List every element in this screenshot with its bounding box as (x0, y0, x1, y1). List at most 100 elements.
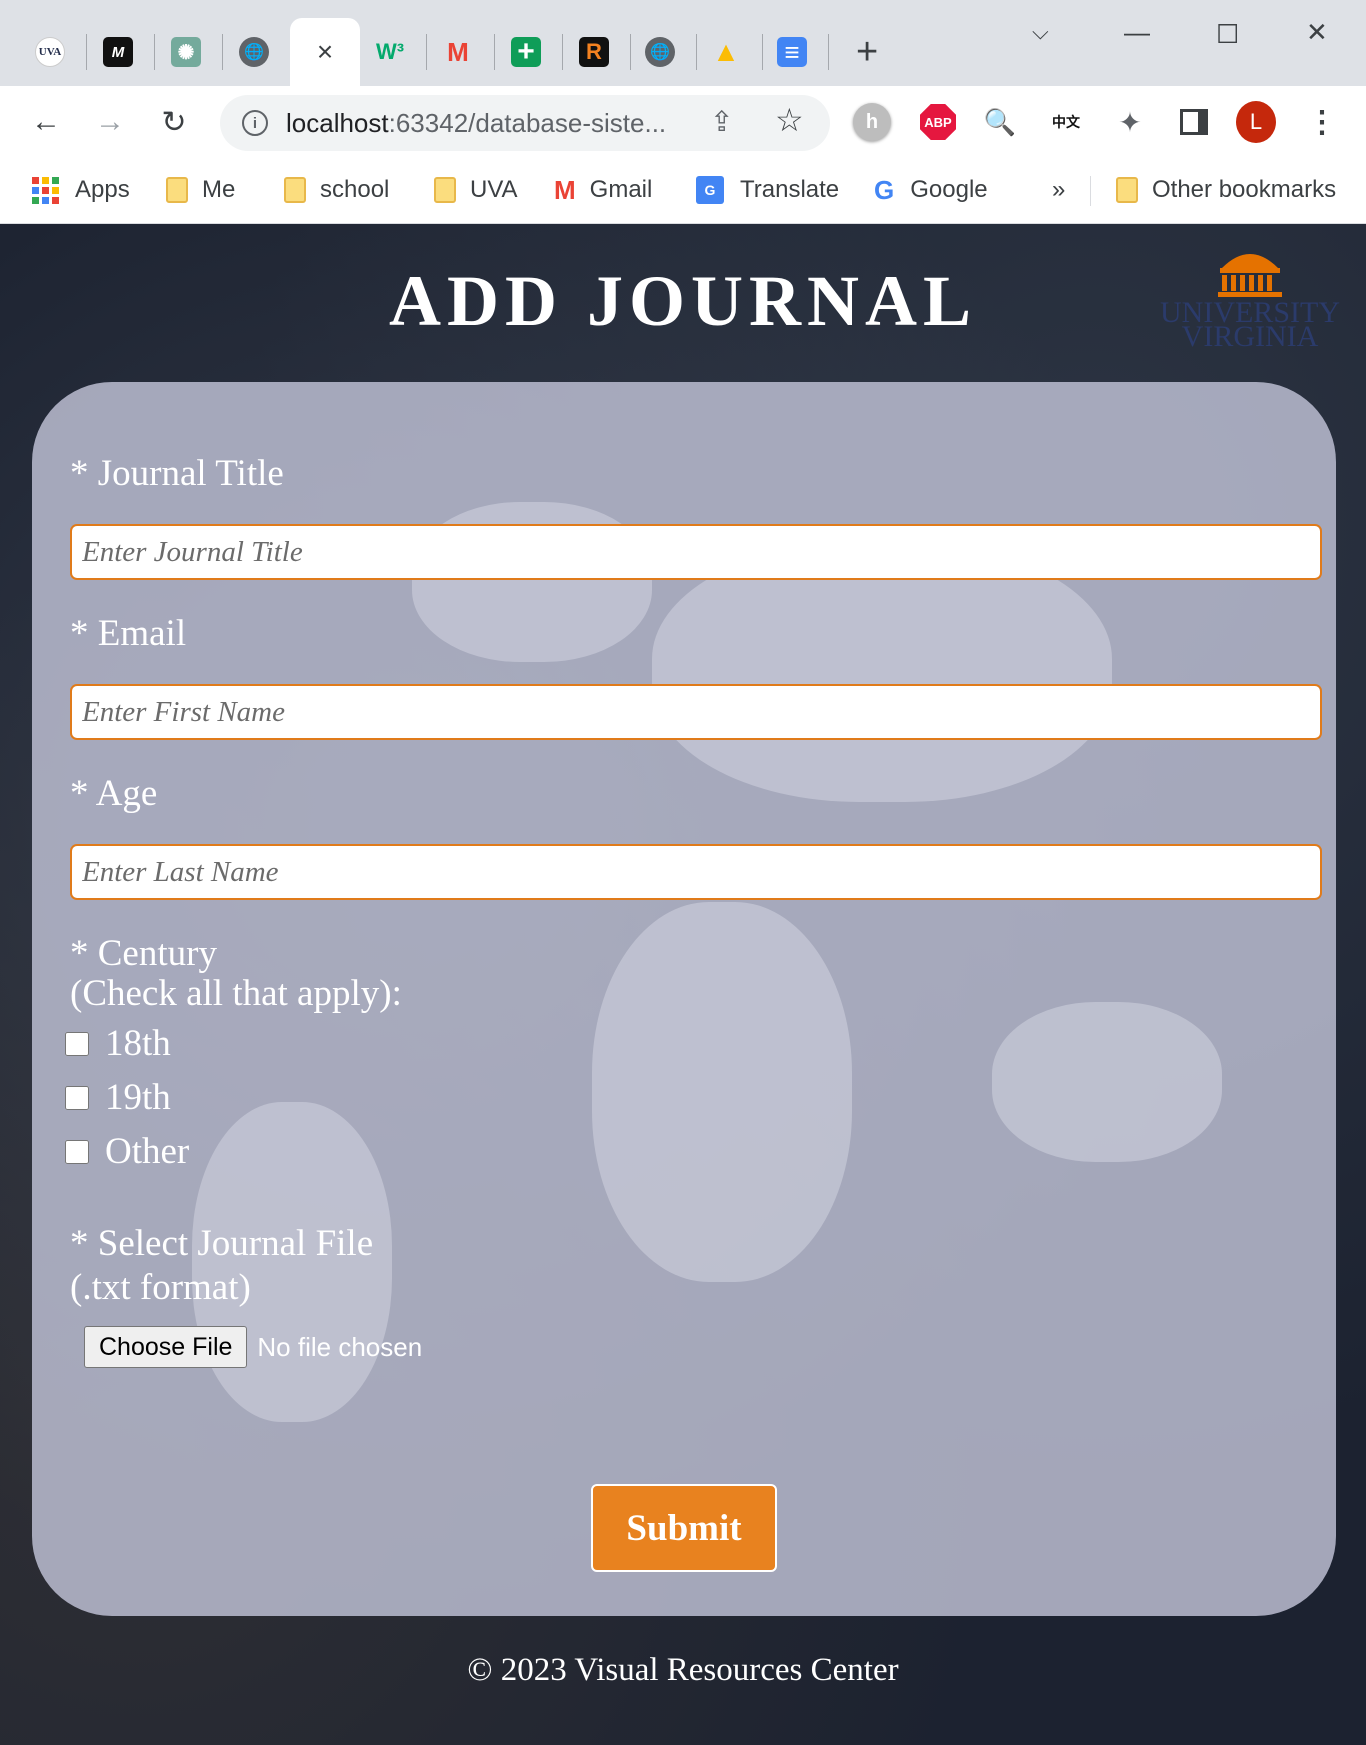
folder-icon (166, 177, 188, 203)
reload-icon[interactable]: ↻ (152, 100, 196, 144)
docs-favicon: ≡ (777, 37, 807, 67)
checkbox-other[interactable] (65, 1139, 89, 1164)
w3-favicon: W³ (375, 39, 405, 64)
minimize-icon[interactable]: — (1124, 12, 1150, 52)
extensions-puzzle-icon[interactable]: ✦ (1110, 102, 1150, 142)
gmail-favicon: M (447, 36, 469, 67)
apps-grid-icon (32, 176, 59, 204)
m-favicon: M (103, 37, 133, 67)
age-input[interactable] (70, 844, 1322, 900)
email-input[interactable] (70, 684, 1322, 740)
choose-file-button[interactable]: Choose File (84, 1326, 248, 1368)
tab-globe-2[interactable]: 🌐 (636, 28, 684, 76)
globe-favicon: 🌐 (645, 37, 675, 67)
checkbox-18th[interactable] (65, 1031, 89, 1056)
address-bar[interactable]: i localhost:63342/database-siste... ⇪ ☆ (220, 95, 830, 151)
profile-avatar[interactable]: L (1236, 101, 1276, 143)
tab-separator (154, 34, 155, 70)
tab-sheets[interactable]: + (502, 28, 550, 76)
bookmarks-divider (1090, 176, 1091, 206)
forward-icon[interactable]: → (88, 100, 132, 144)
folder-icon (284, 177, 306, 203)
tab-separator (696, 34, 697, 70)
folder-icon (434, 177, 456, 203)
age-label: * Age (70, 773, 158, 814)
share-icon[interactable]: ⇪ (710, 105, 733, 138)
tab-separator (222, 34, 223, 70)
browser-toolbar: ← → ↻ i localhost:63342/database-siste..… (0, 86, 1366, 158)
gmail-icon: M (554, 174, 576, 205)
bookmark-apps[interactable]: Apps (32, 172, 130, 208)
century-option-18th[interactable]: 18th (65, 1022, 171, 1065)
journal-title-label: * Journal Title (70, 453, 284, 494)
globe-favicon: 🌐 (239, 37, 269, 67)
more-menu-icon[interactable]: ⋮ (1302, 102, 1342, 142)
journal-title-input[interactable] (70, 524, 1322, 580)
bookmark-other[interactable]: Other bookmarks (1116, 172, 1336, 208)
close-window-icon[interactable]: ✕ (1306, 12, 1328, 52)
tab-gmail[interactable]: M (434, 28, 482, 76)
sheets-favicon: + (511, 35, 541, 68)
bookmark-gmail[interactable]: M Gmail (554, 172, 652, 208)
tab-m[interactable]: M (94, 28, 142, 76)
page-background: ADD JOURNAL UNIVERSITY VIRGINIA * Journa… (0, 224, 1366, 1745)
bookmarks-overflow-button[interactable]: » (1052, 172, 1065, 208)
back-icon[interactable]: ← (24, 100, 68, 144)
openai-favicon: ✺ (171, 37, 201, 67)
folder-icon (1116, 177, 1138, 203)
tab-strip: UVA M ✺ 🌐 × W³ M + R 🌐 ▲ ≡ + ⌵ — ☐ ✕ (0, 0, 1366, 86)
bookmark-star-icon[interactable]: ☆ (775, 101, 804, 139)
tab-w3[interactable]: W³ (366, 28, 414, 76)
century-hint: (Check all that apply): (70, 973, 402, 1014)
tab-uva[interactable]: UVA (26, 28, 74, 76)
google-icon: G (874, 174, 895, 205)
checkbox-19th[interactable] (65, 1085, 89, 1110)
century-option-19th[interactable]: 19th (65, 1076, 171, 1119)
tab-globe[interactable]: 🌐 (230, 28, 278, 76)
journal-file-label: * Select Journal File (70, 1223, 374, 1264)
rotunda-icon (1218, 254, 1282, 297)
close-tab-icon[interactable]: × (317, 38, 333, 66)
bookmarks-bar: Apps Me school UVA M Gmail G Translate G Go… (0, 158, 1366, 224)
bookmark-translate[interactable]: G Translate (696, 172, 839, 208)
file-picker: Choose File No file chosen (84, 1326, 422, 1368)
r-favicon: R (579, 37, 609, 67)
century-option-other[interactable]: Other (65, 1130, 189, 1173)
bookmark-google[interactable]: G Google (874, 172, 988, 208)
century-label: * Century (70, 933, 217, 974)
side-panel-icon[interactable] (1174, 102, 1214, 142)
tab-separator (562, 34, 563, 70)
submit-button[interactable]: Submit (591, 1484, 777, 1572)
maximize-icon[interactable]: ☐ (1216, 14, 1239, 54)
tab-openai[interactable]: ✺ (162, 28, 210, 76)
adblock-extension-icon[interactable]: ABP (918, 102, 958, 142)
map-shape (652, 542, 1112, 802)
drive-favicon: ▲ (712, 36, 740, 67)
tab-separator (494, 34, 495, 70)
tab-drive[interactable]: ▲ (702, 28, 750, 76)
map-shape (992, 1002, 1222, 1162)
journal-file-hint: (.txt format) (70, 1267, 251, 1308)
tab-separator (426, 34, 427, 70)
tab-separator (762, 34, 763, 70)
active-tab[interactable]: × (290, 18, 360, 86)
uva-favicon: UVA (35, 37, 65, 67)
tab-separator (86, 34, 87, 70)
tab-docs[interactable]: ≡ (768, 28, 816, 76)
bookmark-uva[interactable]: UVA (434, 172, 518, 208)
honey-extension-icon[interactable]: h (852, 102, 892, 142)
site-info-icon[interactable]: i (242, 110, 268, 136)
translate-icon: G (696, 176, 724, 204)
tab-separator (630, 34, 631, 70)
tab-r[interactable]: R (570, 28, 618, 76)
new-tab-button[interactable]: + (856, 30, 878, 74)
bookmark-school[interactable]: school (284, 172, 389, 208)
chinese-extension-icon[interactable]: 中文 (1046, 102, 1086, 142)
email-label: * Email (70, 613, 187, 654)
bookmark-me[interactable]: Me (166, 172, 235, 208)
magnifier-extension-icon[interactable]: 🔍 (980, 102, 1020, 142)
url-text[interactable]: localhost:63342/database-siste... (286, 108, 666, 139)
add-journal-form: * Journal Title * Email * Age * Century … (32, 382, 1336, 1616)
tab-search-chevron-icon[interactable]: ⌵ (1032, 12, 1049, 52)
uva-logo: UNIVERSITY VIRGINIA (1150, 242, 1350, 352)
